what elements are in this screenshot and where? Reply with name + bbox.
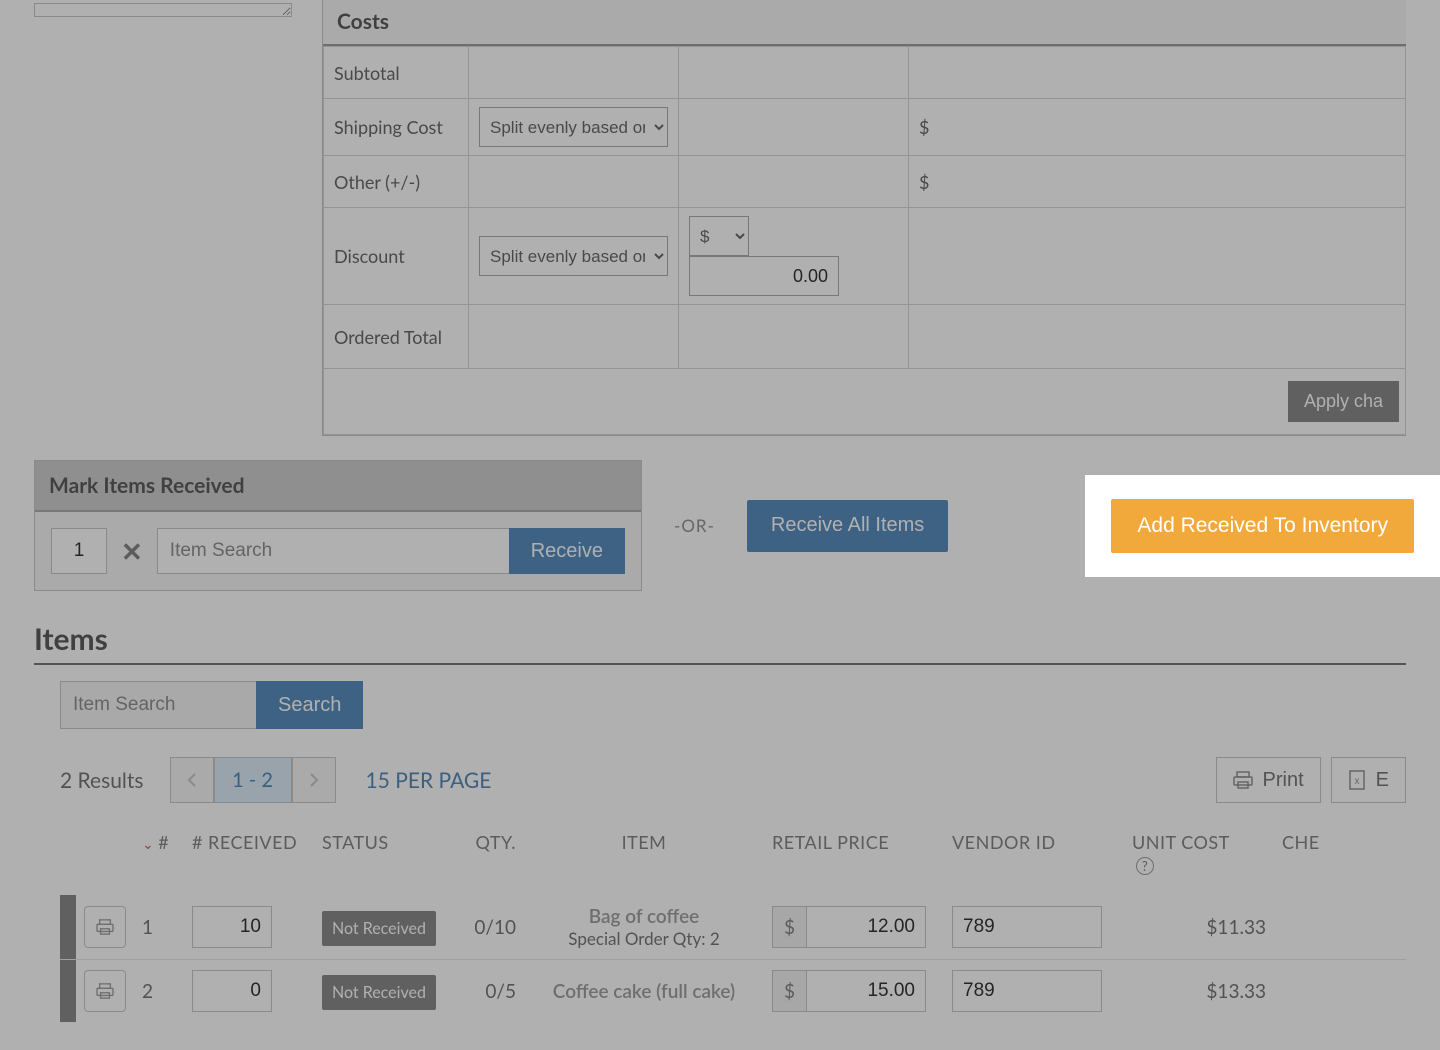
currency-prefix: $ bbox=[772, 906, 806, 948]
table-row: 2 Not Received 0/5 Coffee cake (full cak… bbox=[60, 960, 1406, 1023]
status-badge: Not Received bbox=[322, 911, 436, 946]
discount-currency-select[interactable]: $ bbox=[689, 216, 749, 256]
table-row: 1 Not Received 0/10 Bag of coffee Specia… bbox=[60, 895, 1406, 960]
item-name: Bag of coffee bbox=[532, 905, 756, 928]
export-button-label: E bbox=[1376, 769, 1389, 792]
status-badge: Not Received bbox=[322, 975, 436, 1010]
discount-label: Discount bbox=[324, 208, 469, 305]
print-icon bbox=[96, 919, 114, 935]
per-page-link[interactable]: 15 PER PAGE bbox=[366, 768, 492, 793]
row-qty: 0/5 bbox=[454, 960, 524, 1023]
costs-header: Costs bbox=[323, 0, 1406, 46]
received-count-input[interactable] bbox=[192, 970, 272, 1012]
print-icon bbox=[96, 983, 114, 999]
chevron-left-icon bbox=[187, 773, 197, 787]
items-search-input[interactable] bbox=[60, 681, 256, 729]
export-icon: x bbox=[1348, 770, 1366, 790]
svg-text:x: x bbox=[1354, 776, 1359, 787]
ordered-total-label: Ordered Total bbox=[324, 305, 469, 369]
vendor-id-input[interactable] bbox=[952, 970, 1102, 1012]
shipping-currency-prefix: $ bbox=[909, 99, 1406, 156]
receive-button[interactable]: Receive bbox=[509, 528, 625, 574]
currency-prefix: $ bbox=[772, 970, 806, 1012]
help-icon[interactable]: ? bbox=[1136, 857, 1154, 875]
print-button-label: Print bbox=[1263, 769, 1304, 792]
mark-items-received-header: Mark Items Received bbox=[35, 461, 641, 512]
discount-split-select[interactable]: Split evenly based on bbox=[479, 236, 668, 276]
col-unitcost[interactable]: UNIT COST ? bbox=[1124, 821, 1274, 895]
pager-next-button[interactable] bbox=[292, 757, 336, 803]
other-label: Other (+/-) bbox=[324, 156, 469, 208]
items-search-button[interactable]: Search bbox=[256, 681, 363, 729]
col-status[interactable]: STATUS bbox=[314, 821, 454, 895]
receive-all-items-button[interactable]: Receive All Items bbox=[747, 500, 948, 552]
other-currency-prefix: $ bbox=[909, 156, 1406, 208]
items-title: Items bbox=[34, 621, 1406, 657]
sort-desc-icon: ⌄ bbox=[142, 835, 154, 853]
receive-item-search-input[interactable] bbox=[157, 528, 509, 574]
row-drag-handle[interactable] bbox=[60, 895, 76, 960]
retail-price-input[interactable] bbox=[806, 970, 926, 1012]
col-vendor[interactable]: VENDOR ID bbox=[944, 821, 1124, 895]
row-drag-handle[interactable] bbox=[60, 960, 76, 1023]
discount-amount-input[interactable] bbox=[689, 256, 839, 296]
subtotal-label: Subtotal bbox=[324, 47, 469, 99]
unit-cost-value: $11.33 bbox=[1124, 895, 1274, 960]
pager-prev-button[interactable] bbox=[170, 757, 214, 803]
vendor-id-input[interactable] bbox=[952, 906, 1102, 948]
pager-current-page: 1 - 2 bbox=[214, 757, 292, 803]
col-item[interactable]: ITEM bbox=[524, 821, 764, 895]
item-name: Coffee cake (full cake) bbox=[532, 980, 756, 1003]
col-che[interactable]: CHE bbox=[1274, 821, 1406, 895]
col-retail[interactable]: RETAIL PRICE bbox=[764, 821, 944, 895]
or-divider: -OR- bbox=[674, 515, 715, 536]
col-num[interactable]: ⌄# bbox=[134, 821, 184, 895]
col-received[interactable]: # RECEIVED bbox=[184, 821, 314, 895]
shipping-label: Shipping Cost bbox=[324, 99, 469, 156]
row-num: 2 bbox=[134, 960, 184, 1023]
item-subtext: Special Order Qty: 2 bbox=[532, 928, 756, 949]
print-button[interactable]: Print bbox=[1216, 757, 1321, 803]
col-qty[interactable]: QTY. bbox=[454, 821, 524, 895]
shipping-split-select[interactable]: Split evenly based on bbox=[479, 107, 668, 147]
items-divider bbox=[34, 663, 1406, 665]
retail-price-input[interactable] bbox=[806, 906, 926, 948]
results-count: 2 Results bbox=[60, 768, 144, 793]
receive-qty-input[interactable] bbox=[51, 528, 107, 574]
row-num: 1 bbox=[134, 895, 184, 960]
print-icon bbox=[1233, 771, 1253, 789]
add-received-to-inventory-button[interactable]: Add Received To Inventory bbox=[1111, 499, 1414, 553]
row-qty: 0/10 bbox=[454, 895, 524, 960]
row-print-button[interactable] bbox=[84, 970, 126, 1012]
apply-changes-button[interactable]: Apply cha bbox=[1288, 381, 1399, 422]
chevron-right-icon bbox=[309, 773, 319, 787]
row-print-button[interactable] bbox=[84, 906, 126, 948]
received-count-input[interactable] bbox=[192, 906, 272, 948]
unit-cost-value: $13.33 bbox=[1124, 960, 1274, 1023]
export-button[interactable]: x E bbox=[1331, 757, 1406, 803]
notes-textarea[interactable] bbox=[34, 3, 292, 17]
multiply-icon: ✕ bbox=[121, 535, 143, 568]
